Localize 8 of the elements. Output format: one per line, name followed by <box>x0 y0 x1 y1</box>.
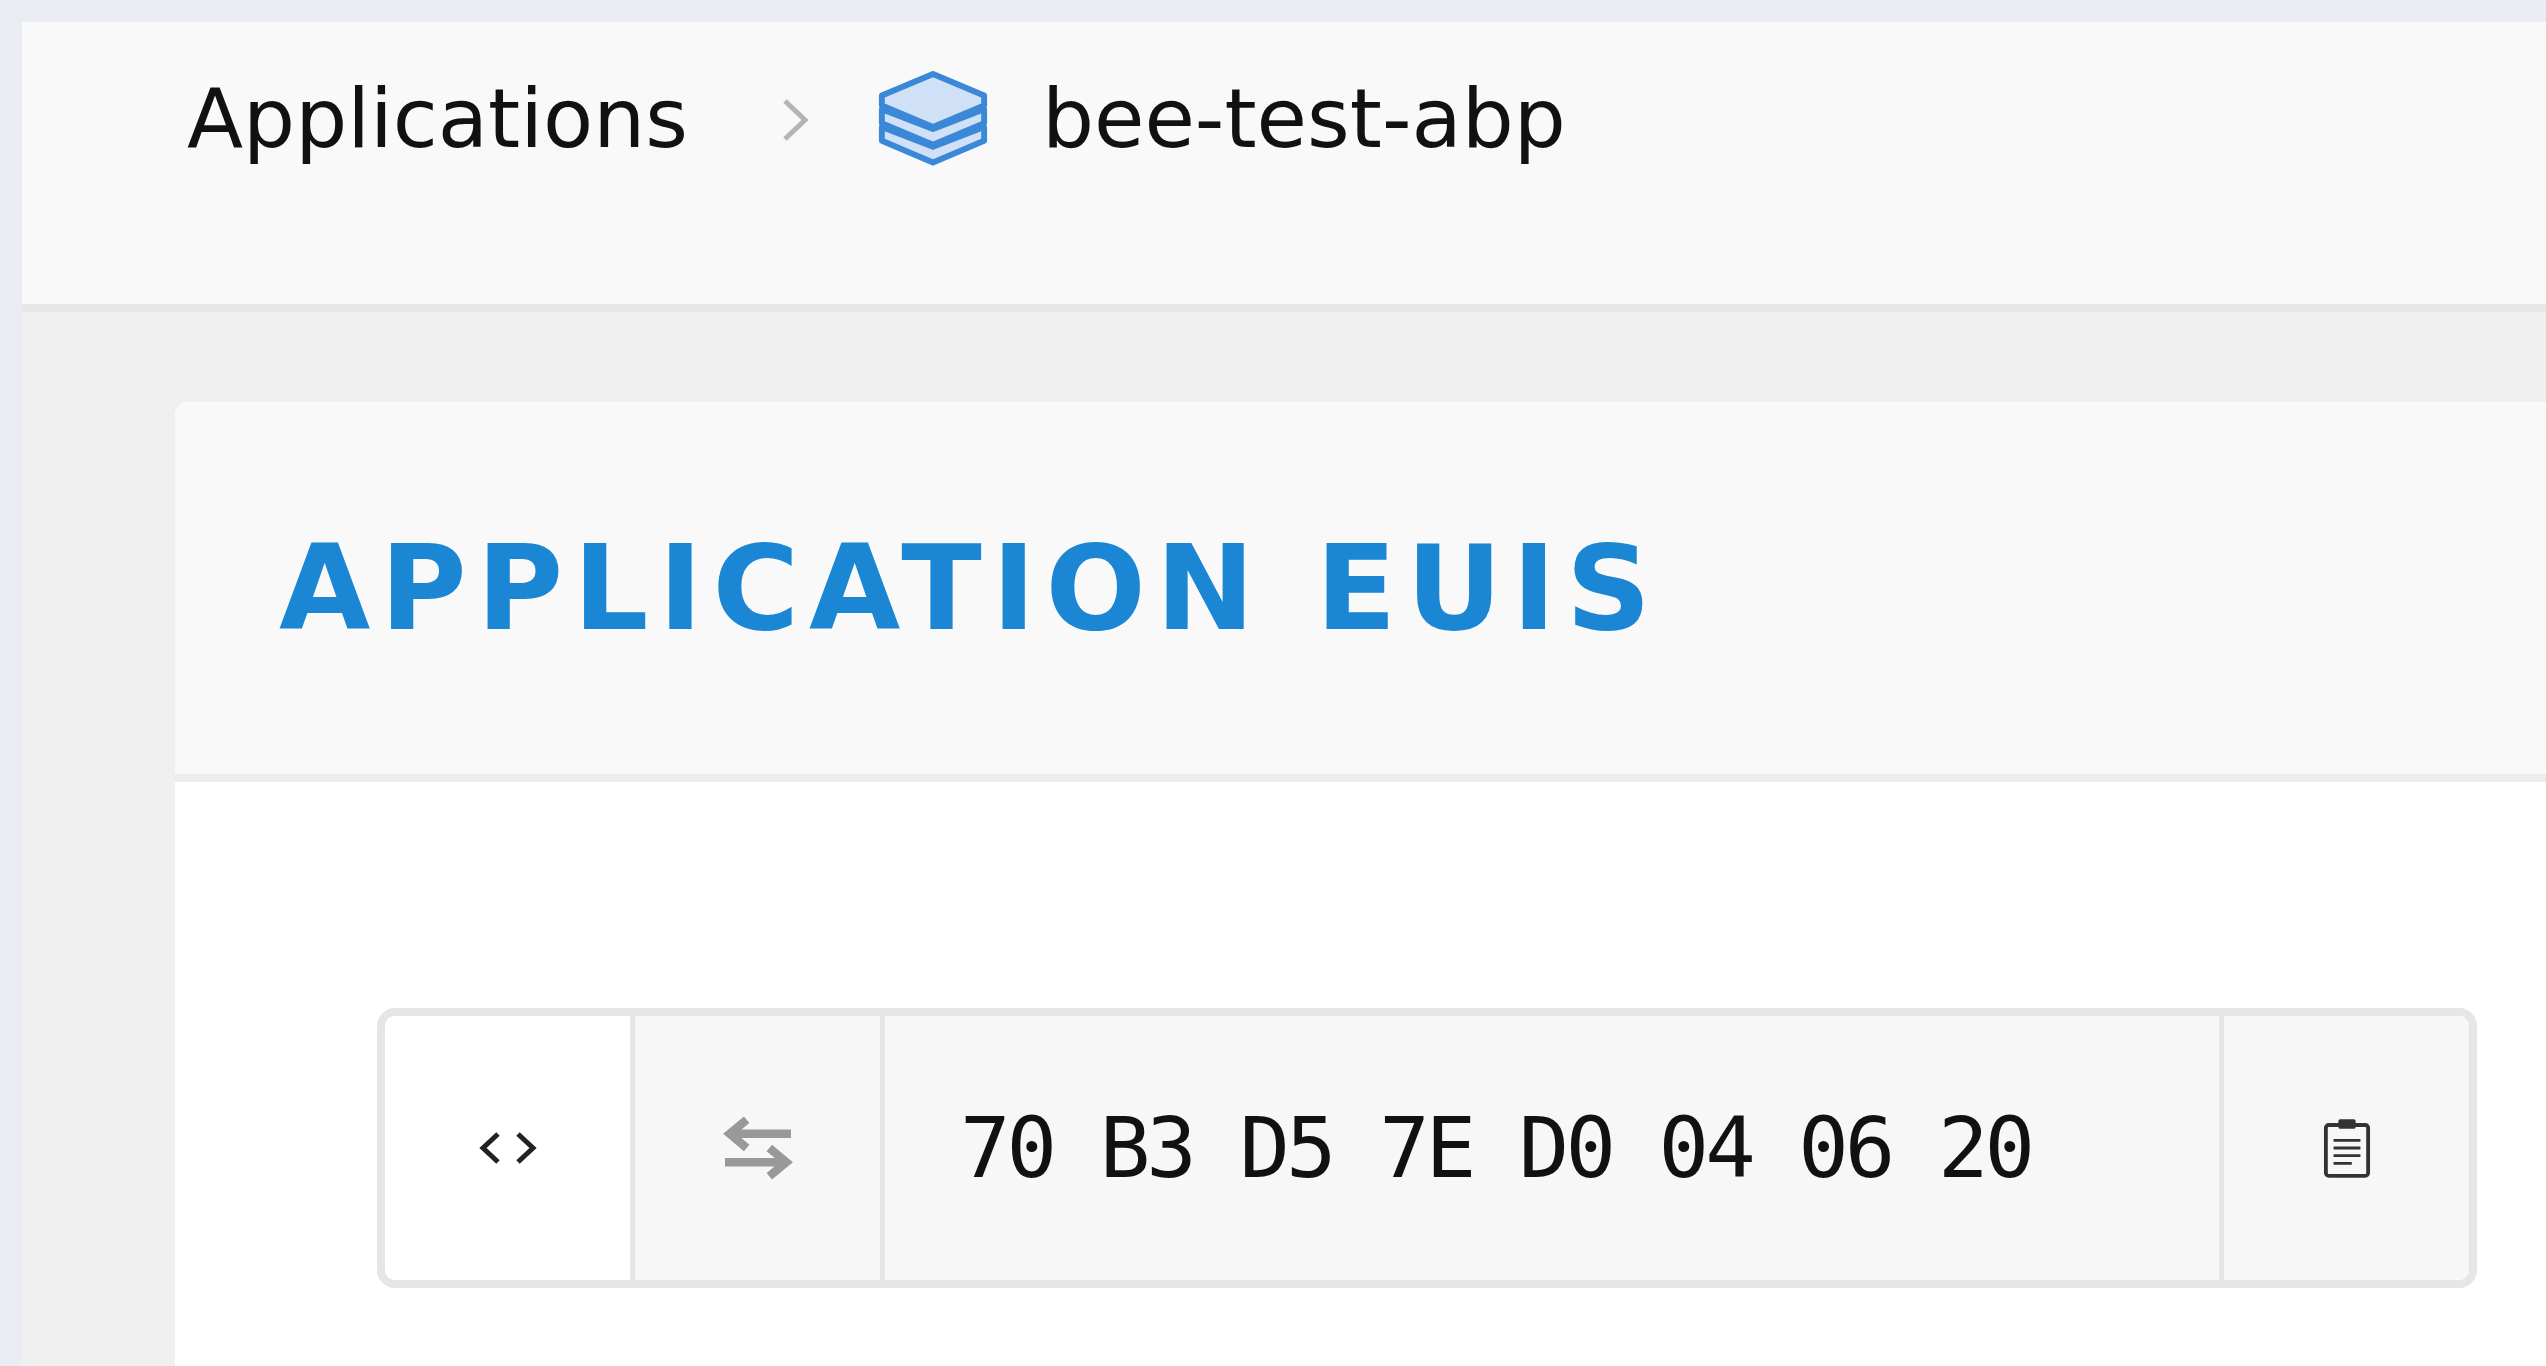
code-toggle-button[interactable] <box>385 1016 635 1280</box>
byte-order-button[interactable] <box>635 1016 885 1280</box>
clipboard-icon <box>2322 1117 2371 1179</box>
copy-button[interactable] <box>2219 1016 2469 1280</box>
breadcrumb-current: bee-test-abp <box>1041 70 1566 168</box>
card-title: APPLICATION EUIS <box>279 519 1661 657</box>
eui-value: 70 B3 D5 7E D0 04 06 20 <box>885 1016 2219 1280</box>
breadcrumb-link[interactable]: Applications <box>187 70 688 169</box>
